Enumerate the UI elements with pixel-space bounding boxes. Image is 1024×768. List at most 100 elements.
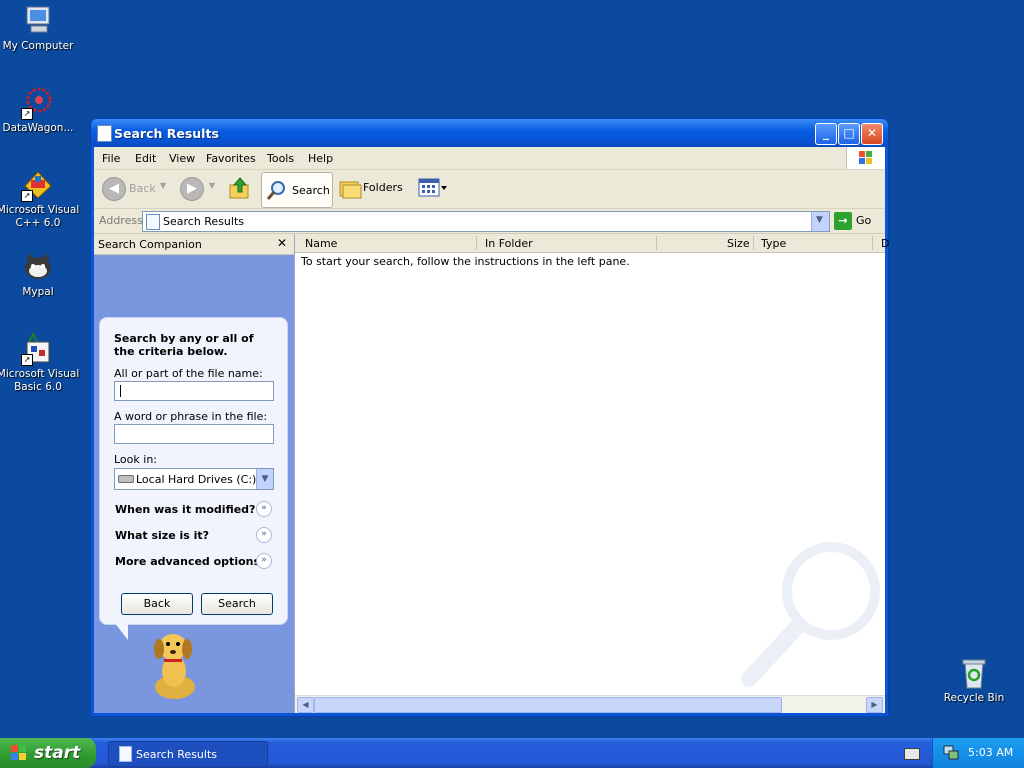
expand-chevron-icon[interactable]: » — [256, 527, 272, 543]
desktop-icon-label: DataWagon... — [2, 122, 74, 134]
horizontal-scrollbar[interactable]: ◀ ▶ — [295, 695, 885, 713]
start-button[interactable]: start — [0, 738, 96, 768]
column-header-date[interactable]: D — [881, 237, 889, 250]
speech-bubble-tail — [114, 622, 128, 640]
desktop-icon-label: Microsoft Visual C++ 6.0 — [0, 204, 80, 229]
scrollbar-thumb[interactable] — [314, 697, 782, 713]
search-results-list[interactable]: Name In Folder Size Type D To start your… — [294, 234, 889, 713]
forward-dropdown-icon[interactable]: ▼ — [209, 181, 215, 190]
search-companion-pane: Search Companion ✕ Search by any or all … — [94, 234, 294, 713]
column-header-in-folder[interactable]: In Folder — [485, 237, 533, 250]
menu-help[interactable]: Help — [308, 152, 333, 165]
go-button-label[interactable]: Go — [856, 214, 871, 227]
menu-favorites[interactable]: Favorites — [206, 152, 256, 165]
look-in-value: Local Hard Drives (C:) — [136, 473, 257, 486]
menu-file[interactable]: File — [102, 152, 120, 165]
mypal-icon — [21, 250, 55, 284]
scroll-left-icon[interactable]: ◀ — [297, 697, 314, 713]
search-results-window-icon — [97, 125, 112, 142]
menu-bar: File Edit View Favorites Tools Help — [94, 147, 885, 170]
taskbar: start Search Results 5:03 AM — [0, 738, 1024, 768]
minimize-button[interactable]: _ — [815, 123, 837, 145]
back-button-label[interactable]: Back — [129, 182, 156, 195]
desktop-icon-my-computer[interactable]: My Computer — [0, 4, 81, 53]
filename-input[interactable] — [114, 381, 274, 401]
minimize-icon: _ — [823, 126, 829, 140]
forward-arrow-icon[interactable]: ▶ — [180, 177, 204, 201]
folders-button-label[interactable]: Folders — [363, 181, 403, 194]
expand-chevron-icon[interactable]: » — [256, 553, 272, 569]
desktop-icon-label: Microsoft Visual Basic 6.0 — [0, 368, 80, 393]
visual-cpp-icon: ↗ — [21, 168, 55, 202]
up-folder-icon[interactable] — [228, 176, 252, 200]
window-title: Search Results — [114, 126, 219, 141]
recycle-bin-icon — [957, 656, 991, 690]
windows-logo-icon — [846, 147, 885, 169]
start-label: start — [34, 743, 81, 763]
shortcut-arrow-icon: ↗ — [21, 190, 33, 202]
desktop-icon-visual-basic[interactable]: ↗ Microsoft Visual Basic 6.0 — [0, 331, 81, 394]
search-button-label: Search — [292, 184, 330, 197]
menu-tools[interactable]: Tools — [267, 152, 294, 165]
back-button[interactable]: Back — [121, 593, 193, 615]
taskbar-item-search-results[interactable]: Search Results — [108, 741, 268, 767]
desktop-icon-visual-cpp[interactable]: ↗ Microsoft Visual C++ 6.0 — [0, 168, 81, 230]
look-in-select[interactable]: Local Hard Drives (C:) ▼ — [114, 468, 274, 490]
scroll-right-icon[interactable]: ▶ — [866, 697, 883, 713]
search-criteria-heading: Search by any or all of the criteria bel… — [114, 332, 254, 358]
title-bar[interactable]: Search Results _ □ ✕ — [91, 119, 888, 147]
search-companion-title: Search Companion — [98, 238, 202, 251]
menu-edit[interactable]: Edit — [135, 152, 156, 165]
maximize-button[interactable]: □ — [838, 123, 860, 145]
filename-label: All or part of the file name: — [114, 367, 263, 380]
taskbar-item-label: Search Results — [136, 748, 218, 761]
close-icon[interactable]: ✕ — [277, 236, 287, 250]
column-header-name[interactable]: Name — [305, 237, 337, 250]
column-header-type[interactable]: Type — [761, 237, 786, 250]
menu-view[interactable]: View — [169, 152, 195, 165]
address-bar: Address Search Results ▼ → Go — [94, 209, 885, 234]
results-message: To start your search, follow the instruc… — [301, 255, 630, 268]
expand-chevron-icon[interactable]: » — [256, 501, 272, 517]
address-input[interactable]: Search Results ▼ — [142, 211, 830, 232]
desktop-icon-mypal[interactable]: Mypal — [0, 250, 81, 299]
chevron-down-icon[interactable]: ▼ — [811, 212, 829, 231]
network-icon[interactable] — [943, 745, 959, 761]
clock[interactable]: 5:03 AM — [968, 746, 1013, 759]
look-in-label: Look in: — [114, 453, 157, 466]
advanced-options[interactable]: More advanced options — [115, 555, 260, 568]
search-submit-button[interactable]: Search — [201, 593, 273, 615]
go-arrow-icon[interactable]: → — [834, 212, 852, 230]
hard-drive-icon — [118, 475, 134, 483]
modified-date-option[interactable]: When was it modified? — [115, 503, 255, 516]
desktop-icon-label: Mypal — [22, 286, 54, 298]
search-icon — [266, 179, 288, 201]
column-header-size[interactable]: Size — [727, 237, 750, 250]
text-cursor — [120, 385, 121, 397]
close-button[interactable]: ✕ — [861, 123, 883, 145]
search-button[interactable]: Search — [261, 172, 333, 208]
desktop-icon-datawagon[interactable]: ↗ DataWagon... — [0, 86, 81, 135]
search-dog-icon[interactable] — [144, 629, 206, 701]
back-arrow-icon[interactable]: ◀ — [102, 177, 126, 201]
datawagon-icon: ↗ — [21, 86, 55, 120]
system-tray: 5:03 AM — [932, 738, 1024, 768]
views-icon[interactable] — [418, 177, 448, 199]
chevron-down-icon[interactable]: ▼ — [256, 469, 273, 489]
search-results-window: Search Results _ □ ✕ File Edit View Favo… — [90, 118, 889, 717]
folders-icon[interactable] — [338, 176, 362, 200]
column-header-row: Name In Folder Size Type D — [295, 234, 889, 253]
search-results-small-icon — [146, 214, 160, 230]
desktop-icon-label: My Computer — [2, 40, 74, 52]
phrase-label: A word or phrase in the file: — [114, 410, 268, 423]
file-size-option[interactable]: What size is it? — [115, 529, 209, 542]
back-dropdown-icon[interactable]: ▼ — [160, 181, 166, 190]
phrase-input[interactable] — [114, 424, 274, 444]
keyboard-icon[interactable] — [904, 748, 920, 760]
windows-flag-icon — [11, 745, 27, 761]
search-results-small-icon — [119, 746, 132, 762]
computer-icon — [21, 4, 55, 38]
search-watermark-icon — [731, 529, 891, 689]
visual-basic-icon: ↗ — [21, 331, 55, 366]
desktop-icon-recycle-bin[interactable]: Recycle Bin — [931, 656, 1017, 705]
